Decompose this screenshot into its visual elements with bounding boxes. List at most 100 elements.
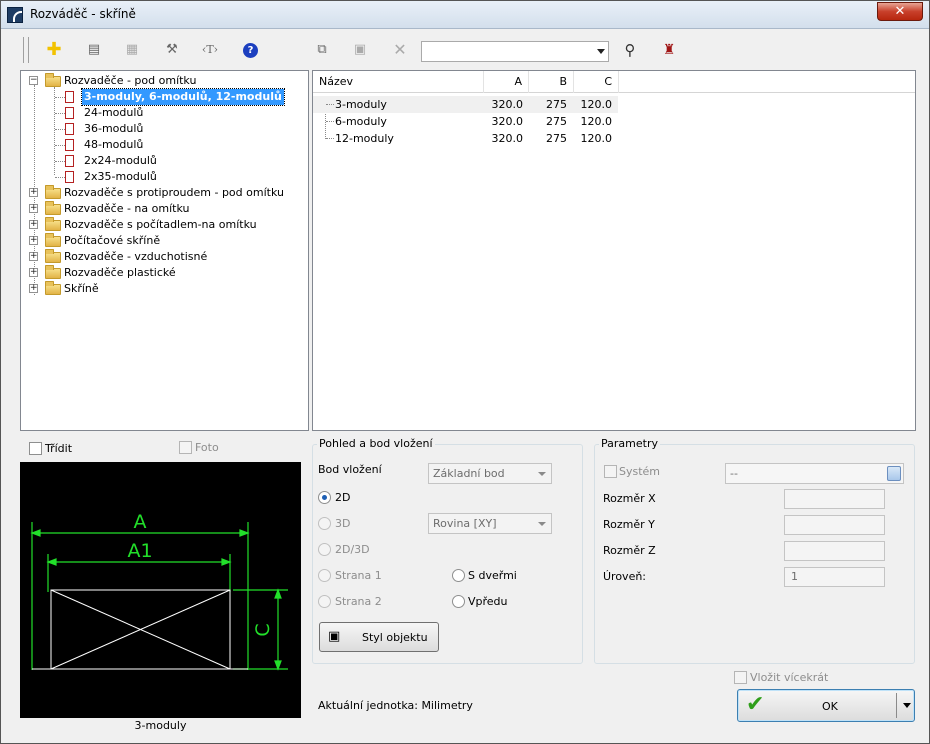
radio-side2[interactable] (318, 595, 331, 608)
help-icon[interactable]: ? (243, 43, 258, 58)
document-icon (65, 155, 74, 167)
cell-a: 320.0 (491, 115, 524, 128)
tree-label: 2x24-modulů (84, 154, 157, 167)
table-row[interactable]: 12-moduly 320.0 275 120.0 (313, 130, 618, 147)
radio-side1[interactable] (318, 569, 331, 582)
style-icon: ▣ (328, 629, 341, 644)
delete-icon[interactable]: ✕ (389, 39, 411, 61)
sort-label: Třídit (45, 442, 73, 455)
chevron-down-icon (597, 49, 605, 54)
dimension-x-label: Rozměr X (603, 492, 656, 505)
document-icon (65, 123, 74, 135)
document-icon (65, 139, 74, 151)
search-combo[interactable] (421, 41, 609, 62)
tree-label: 24-modulů (84, 106, 144, 119)
chevron-down-icon (538, 522, 546, 526)
cell-a: 320.0 (491, 132, 524, 145)
radio-2d[interactable] (318, 491, 331, 504)
radio-side2-label: Strana 2 (335, 595, 382, 608)
dimension-y-field[interactable] (784, 515, 885, 535)
folder-icon (45, 217, 61, 231)
column-header-b[interactable]: B (529, 71, 574, 93)
multi-insert-label: Vložit vícekrát (750, 671, 829, 684)
cell-b: 275 (546, 115, 567, 128)
copy-icon[interactable]: ⧉ (311, 39, 333, 61)
expand-icon[interactable]: + (29, 236, 38, 245)
sort-checkbox[interactable] (29, 442, 42, 455)
expand-icon[interactable]: + (29, 284, 38, 293)
properties-icon[interactable]: ▤ (83, 39, 105, 61)
plane-dropdown[interactable]: Rovina [XY] (428, 513, 552, 534)
dimension-z-field[interactable] (784, 541, 885, 561)
radio-with-doors[interactable] (452, 569, 465, 582)
level-field[interactable]: 1 (784, 567, 885, 587)
column-header-c[interactable]: C (574, 71, 619, 93)
multi-insert-checkbox[interactable] (734, 671, 747, 684)
column-header-name[interactable]: Název (313, 71, 484, 93)
radio-front[interactable] (452, 595, 465, 608)
tree-folder[interactable]: + Rozvaděče plastické (29, 265, 299, 281)
object-style-button[interactable]: ▣ Styl objektu (319, 622, 439, 652)
dropdown-arrow-icon[interactable] (903, 703, 911, 708)
radio-3d-label: 3D (335, 517, 351, 530)
collapse-icon[interactable]: − (29, 76, 38, 85)
insert-point-dropdown[interactable]: Základní bod (428, 463, 552, 484)
photo-checkbox[interactable] (179, 441, 192, 454)
search-icon[interactable]: ⚲ (619, 39, 641, 61)
tree-folder-root[interactable]: − Rozvaděče - pod omítku (29, 73, 299, 89)
close-button[interactable]: ✕ (877, 2, 923, 21)
cabinet-drawing: A A1 C (30, 511, 288, 671)
folder-icon (45, 201, 61, 215)
tree-folder[interactable]: + Rozvaděče s protiproudem - pod omítku (29, 185, 299, 201)
tree-folder[interactable]: + Rozvaděče s počítadlem-na omítku (29, 217, 299, 233)
tools-icon[interactable]: ⚒ (161, 39, 183, 61)
folder-icon (45, 185, 61, 199)
tree-folder[interactable]: + Skříně (29, 281, 299, 297)
find-binoculars-icon[interactable]: ♜ (658, 39, 680, 61)
list-icon[interactable]: ▦ (121, 39, 143, 61)
expand-icon[interactable]: + (29, 188, 38, 197)
expand-icon[interactable]: + (29, 252, 38, 261)
tree-label: 3-moduly, 6-modulů, 12-modulů (81, 88, 285, 106)
window-title: Rozváděč - skříně (30, 7, 136, 21)
tree-label: Rozvaděče - pod omítku (64, 74, 197, 87)
toolbar-grip[interactable] (23, 37, 29, 63)
chevron-down-icon (538, 472, 546, 476)
tree-label: Rozvaděče s počítadlem-na omítku (64, 218, 257, 231)
expand-icon[interactable]: + (29, 268, 38, 277)
tree-folder[interactable]: + Rozvaděče - vzduchotisné (29, 249, 299, 265)
column-header-a[interactable]: A (484, 71, 529, 93)
system-dropdown[interactable]: -- (725, 463, 904, 484)
radio-front-label: Vpředu (468, 595, 508, 608)
table-icon[interactable]: ▣ (349, 39, 371, 61)
radio-3d[interactable] (318, 517, 331, 530)
system-checkbox[interactable] (604, 465, 617, 478)
tree-folder[interactable]: + Rozvaděče - na omítku (29, 201, 299, 217)
expand-icon[interactable]: + (29, 204, 38, 213)
preview-caption: 3-moduly (134, 719, 187, 732)
folder-icon (45, 249, 61, 263)
tree-folder[interactable]: + Počítačové skříně (29, 233, 299, 249)
tree-label: Rozvaděče - na omítku (64, 202, 190, 215)
dimension-y-label: Rozměr Y (603, 518, 655, 531)
category-tree[interactable]: − Rozvaděče - pod omítku 3-moduly, 6-mod… (20, 70, 309, 431)
table-row[interactable]: 6-moduly 320.0 275 120.0 (313, 113, 618, 130)
insert-point-value: Základní bod (433, 467, 505, 480)
dimension-z-label: Rozměr Z (603, 544, 656, 557)
radio-2d3d[interactable] (318, 543, 331, 556)
document-icon (65, 107, 74, 119)
level-label: Úroveň: (603, 570, 647, 583)
table-row[interactable]: 3-moduly 320.0 275 120.0 (313, 96, 618, 113)
ok-button[interactable]: ✔ OK (737, 689, 915, 722)
cell-c: 120.0 (580, 98, 613, 111)
dialog-window: Rozváděč - skříně ✕ ✚ ▤ ▦ ⚒ ‹T› ? ⧉ ▣ ✕ … (0, 0, 930, 744)
item-list[interactable]: Název A B C 3-moduly 320.0 275 120.0 6-m… (312, 70, 916, 431)
expand-icon[interactable]: + (29, 220, 38, 229)
tree-label: 2x35-modulů (84, 170, 157, 183)
folder-icon (45, 233, 61, 247)
add-icon[interactable]: ✚ (43, 39, 65, 61)
dimension-x-field[interactable] (784, 489, 885, 509)
cell-b: 275 (546, 132, 567, 145)
dimension-label-a: A (134, 511, 147, 533)
text-icon[interactable]: ‹T› (199, 39, 221, 61)
